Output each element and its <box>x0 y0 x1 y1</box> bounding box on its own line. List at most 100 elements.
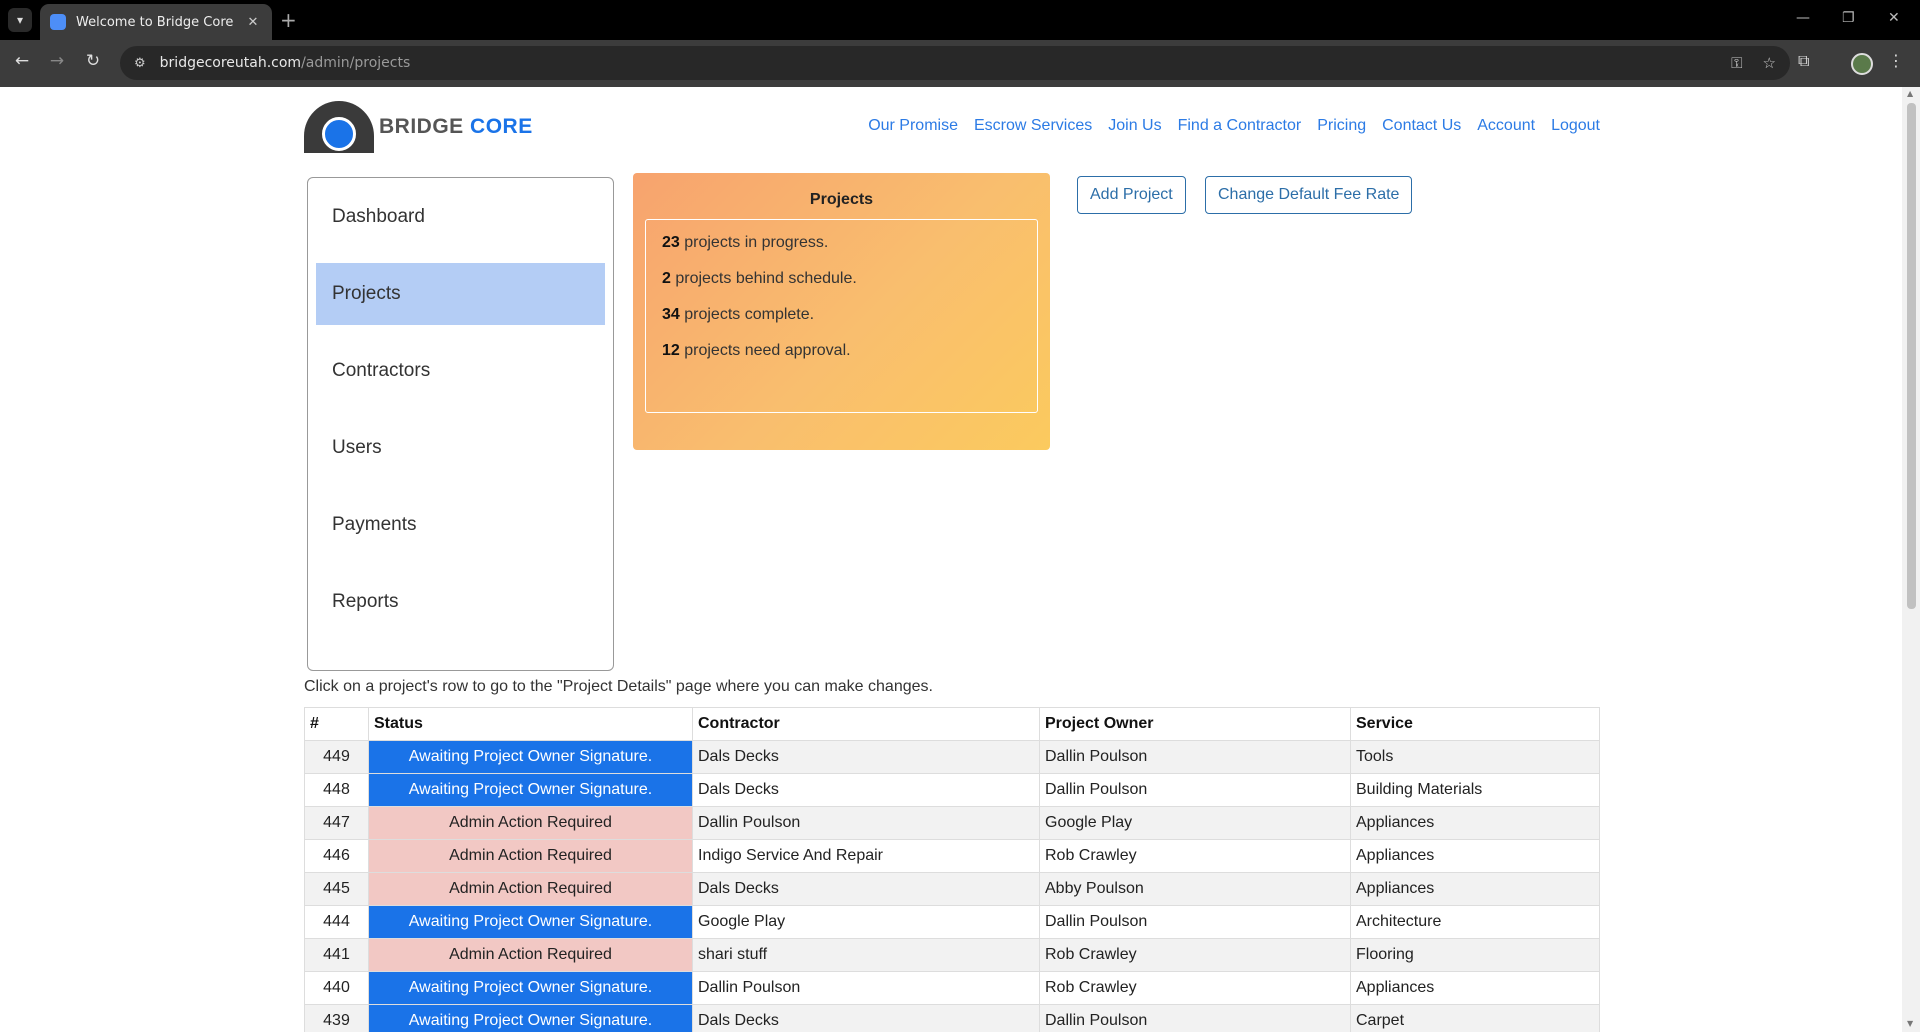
cell-service[interactable]: Building Materials <box>1350 773 1600 807</box>
cell-id[interactable]: 447 <box>304 806 369 840</box>
sidebar-item-reports[interactable]: Reports <box>316 571 605 633</box>
sidebar-item-projects[interactable]: Projects <box>316 263 605 325</box>
cell-owner[interactable]: Rob Crawley <box>1039 839 1351 873</box>
scrollbar-thumb[interactable] <box>1907 103 1916 609</box>
cell-id[interactable]: 446 <box>304 839 369 873</box>
reload-icon[interactable]: ↻ <box>81 51 105 71</box>
sidebar-item-dashboard[interactable]: Dashboard <box>316 186 605 248</box>
password-key-icon[interactable]: ⚿ <box>1731 54 1742 72</box>
cell-status[interactable]: Awaiting Project Owner Signature. <box>368 1004 693 1032</box>
summary-title: Projects <box>809 191 874 208</box>
cell-id[interactable]: 448 <box>304 773 369 807</box>
cell-owner[interactable]: Dallin Poulson <box>1039 1004 1351 1032</box>
nav-our-promise[interactable]: Our Promise <box>868 117 958 135</box>
cell-owner[interactable]: Rob Crawley <box>1039 938 1351 972</box>
cell-status[interactable]: Admin Action Required <box>368 938 693 972</box>
bridge-core-logo[interactable] <box>304 101 374 153</box>
new-tab-icon[interactable]: + <box>280 8 297 32</box>
bookmark-star-icon[interactable]: ☆ <box>1763 54 1776 72</box>
cell-id[interactable]: 444 <box>304 905 369 939</box>
cell-contractor[interactable]: Google Play <box>692 905 1040 939</box>
table-row[interactable]: 441 Admin Action Required shari stuff Rob C… <box>304 938 1600 972</box>
cell-contractor[interactable]: Dals Decks <box>692 1004 1040 1032</box>
cell-owner[interactable]: Abby Poulson <box>1039 872 1351 906</box>
close-tab-icon[interactable]: ✕ <box>244 15 262 30</box>
cell-owner[interactable]: Google Play <box>1039 806 1351 840</box>
back-icon[interactable]: ← <box>10 51 34 71</box>
nav-contact-us[interactable]: Contact Us <box>1382 117 1461 135</box>
nav-account[interactable]: Account <box>1477 117 1535 135</box>
cell-contractor[interactable]: Dals Decks <box>692 872 1040 906</box>
cell-id[interactable]: 439 <box>304 1004 369 1032</box>
cell-service[interactable]: Appliances <box>1350 839 1600 873</box>
col-header-service[interactable]: Service <box>1350 707 1600 741</box>
table-row[interactable]: 449 Awaiting Project Owner Signature. Dals… <box>304 740 1600 774</box>
table-row[interactable]: 446 Admin Action Required Indigo Service A… <box>304 839 1600 873</box>
cell-contractor[interactable]: shari stuff <box>692 938 1040 972</box>
cell-contractor[interactable]: Dals Decks <box>692 740 1040 774</box>
nav-pricing[interactable]: Pricing <box>1317 117 1366 135</box>
profile-avatar[interactable] <box>1851 53 1873 75</box>
browser-tab[interactable]: Welcome to Bridge Core ✕ <box>40 4 272 40</box>
table-row[interactable]: 440 Awaiting Project Owner Signature. Dall… <box>304 971 1600 1005</box>
table-row[interactable]: 447 Admin Action Required Dallin Poulson Go… <box>304 806 1600 840</box>
cell-status[interactable]: Awaiting Project Owner Signature. <box>368 905 693 939</box>
cell-service[interactable]: Appliances <box>1350 872 1600 906</box>
cell-status[interactable]: Awaiting Project Owner Signature. <box>368 740 693 774</box>
logo-arch-icon <box>304 101 374 153</box>
cell-status[interactable]: Awaiting Project Owner Signature. <box>368 971 693 1005</box>
cell-status[interactable]: Admin Action Required <box>368 839 693 873</box>
cell-owner[interactable]: Dallin Poulson <box>1039 773 1351 807</box>
scroll-down-icon[interactable]: ▼ <box>1907 1019 1913 1028</box>
cell-service[interactable]: Carpet <box>1350 1004 1600 1032</box>
nav-escrow-services[interactable]: Escrow Services <box>974 117 1092 135</box>
tab-search-dropdown-icon[interactable]: ▾ <box>8 8 32 32</box>
table-row[interactable]: 439 Awaiting Project Owner Signature. Dals… <box>304 1004 1600 1032</box>
cell-contractor[interactable]: Indigo Service And Repair <box>692 839 1040 873</box>
change-fee-rate-button[interactable]: Change Default Fee Rate <box>1205 176 1413 214</box>
table-row[interactable]: 448 Awaiting Project Owner Signature. Dals… <box>304 773 1600 807</box>
sidebar-item-contractors[interactable]: Contractors <box>316 340 605 402</box>
add-project-button[interactable]: Add Project <box>1077 176 1186 214</box>
cell-service[interactable]: Appliances <box>1350 806 1600 840</box>
cell-status[interactable]: Admin Action Required <box>368 806 693 840</box>
cell-service[interactable]: Appliances <box>1350 971 1600 1005</box>
cell-id[interactable]: 449 <box>304 740 369 774</box>
sidebar-item-users[interactable]: Users <box>316 417 605 479</box>
table-row[interactable]: 444 Awaiting Project Owner Signature. Goog… <box>304 905 1600 939</box>
cell-contractor[interactable]: Dallin Poulson <box>692 806 1040 840</box>
col-header-contractor[interactable]: Contractor <box>692 707 1040 741</box>
scroll-up-icon[interactable]: ▲ <box>1907 89 1913 98</box>
extensions-icon[interactable]: ⧉ <box>1798 51 1809 71</box>
col-header-number[interactable]: # <box>304 707 369 741</box>
cell-owner[interactable]: Rob Crawley <box>1039 971 1351 1005</box>
forward-icon[interactable]: → <box>45 51 69 71</box>
cell-service[interactable]: Architecture <box>1350 905 1600 939</box>
logo-wordmark[interactable]: BRIDGE CORE <box>379 115 533 139</box>
col-header-status[interactable]: Status <box>368 707 693 741</box>
cell-id[interactable]: 440 <box>304 971 369 1005</box>
cell-status[interactable]: Awaiting Project Owner Signature. <box>368 773 693 807</box>
site-info-icon[interactable]: ⚙ <box>134 56 146 71</box>
nav-logout[interactable]: Logout <box>1551 117 1600 135</box>
address-bar[interactable]: ⚙ bridgecoreutah.com/admin/projects ⚿ ☆ <box>120 46 1790 80</box>
restore-icon[interactable]: ❐ <box>1842 10 1855 26</box>
table-row[interactable]: 445 Admin Action Required Dals Decks Abby P… <box>304 872 1600 906</box>
cell-contractor[interactable]: Dallin Poulson <box>692 971 1040 1005</box>
cell-service[interactable]: Flooring <box>1350 938 1600 972</box>
nav-find-contractor[interactable]: Find a Contractor <box>1178 117 1302 135</box>
nav-join-us[interactable]: Join Us <box>1108 117 1161 135</box>
cell-service[interactable]: Tools <box>1350 740 1600 774</box>
minimize-icon[interactable]: — <box>1796 10 1810 26</box>
close-window-icon[interactable]: ✕ <box>1888 10 1900 26</box>
cell-owner[interactable]: Dallin Poulson <box>1039 905 1351 939</box>
cell-id[interactable]: 441 <box>304 938 369 972</box>
cell-id[interactable]: 445 <box>304 872 369 906</box>
cell-status[interactable]: Admin Action Required <box>368 872 693 906</box>
browser-menu-icon[interactable]: ⋮ <box>1888 51 1904 70</box>
page-scrollbar[interactable]: ▲ ▼ <box>1902 87 1920 1032</box>
cell-contractor[interactable]: Dals Decks <box>692 773 1040 807</box>
col-header-owner[interactable]: Project Owner <box>1039 707 1351 741</box>
sidebar-item-payments[interactable]: Payments <box>316 494 605 556</box>
cell-owner[interactable]: Dallin Poulson <box>1039 740 1351 774</box>
